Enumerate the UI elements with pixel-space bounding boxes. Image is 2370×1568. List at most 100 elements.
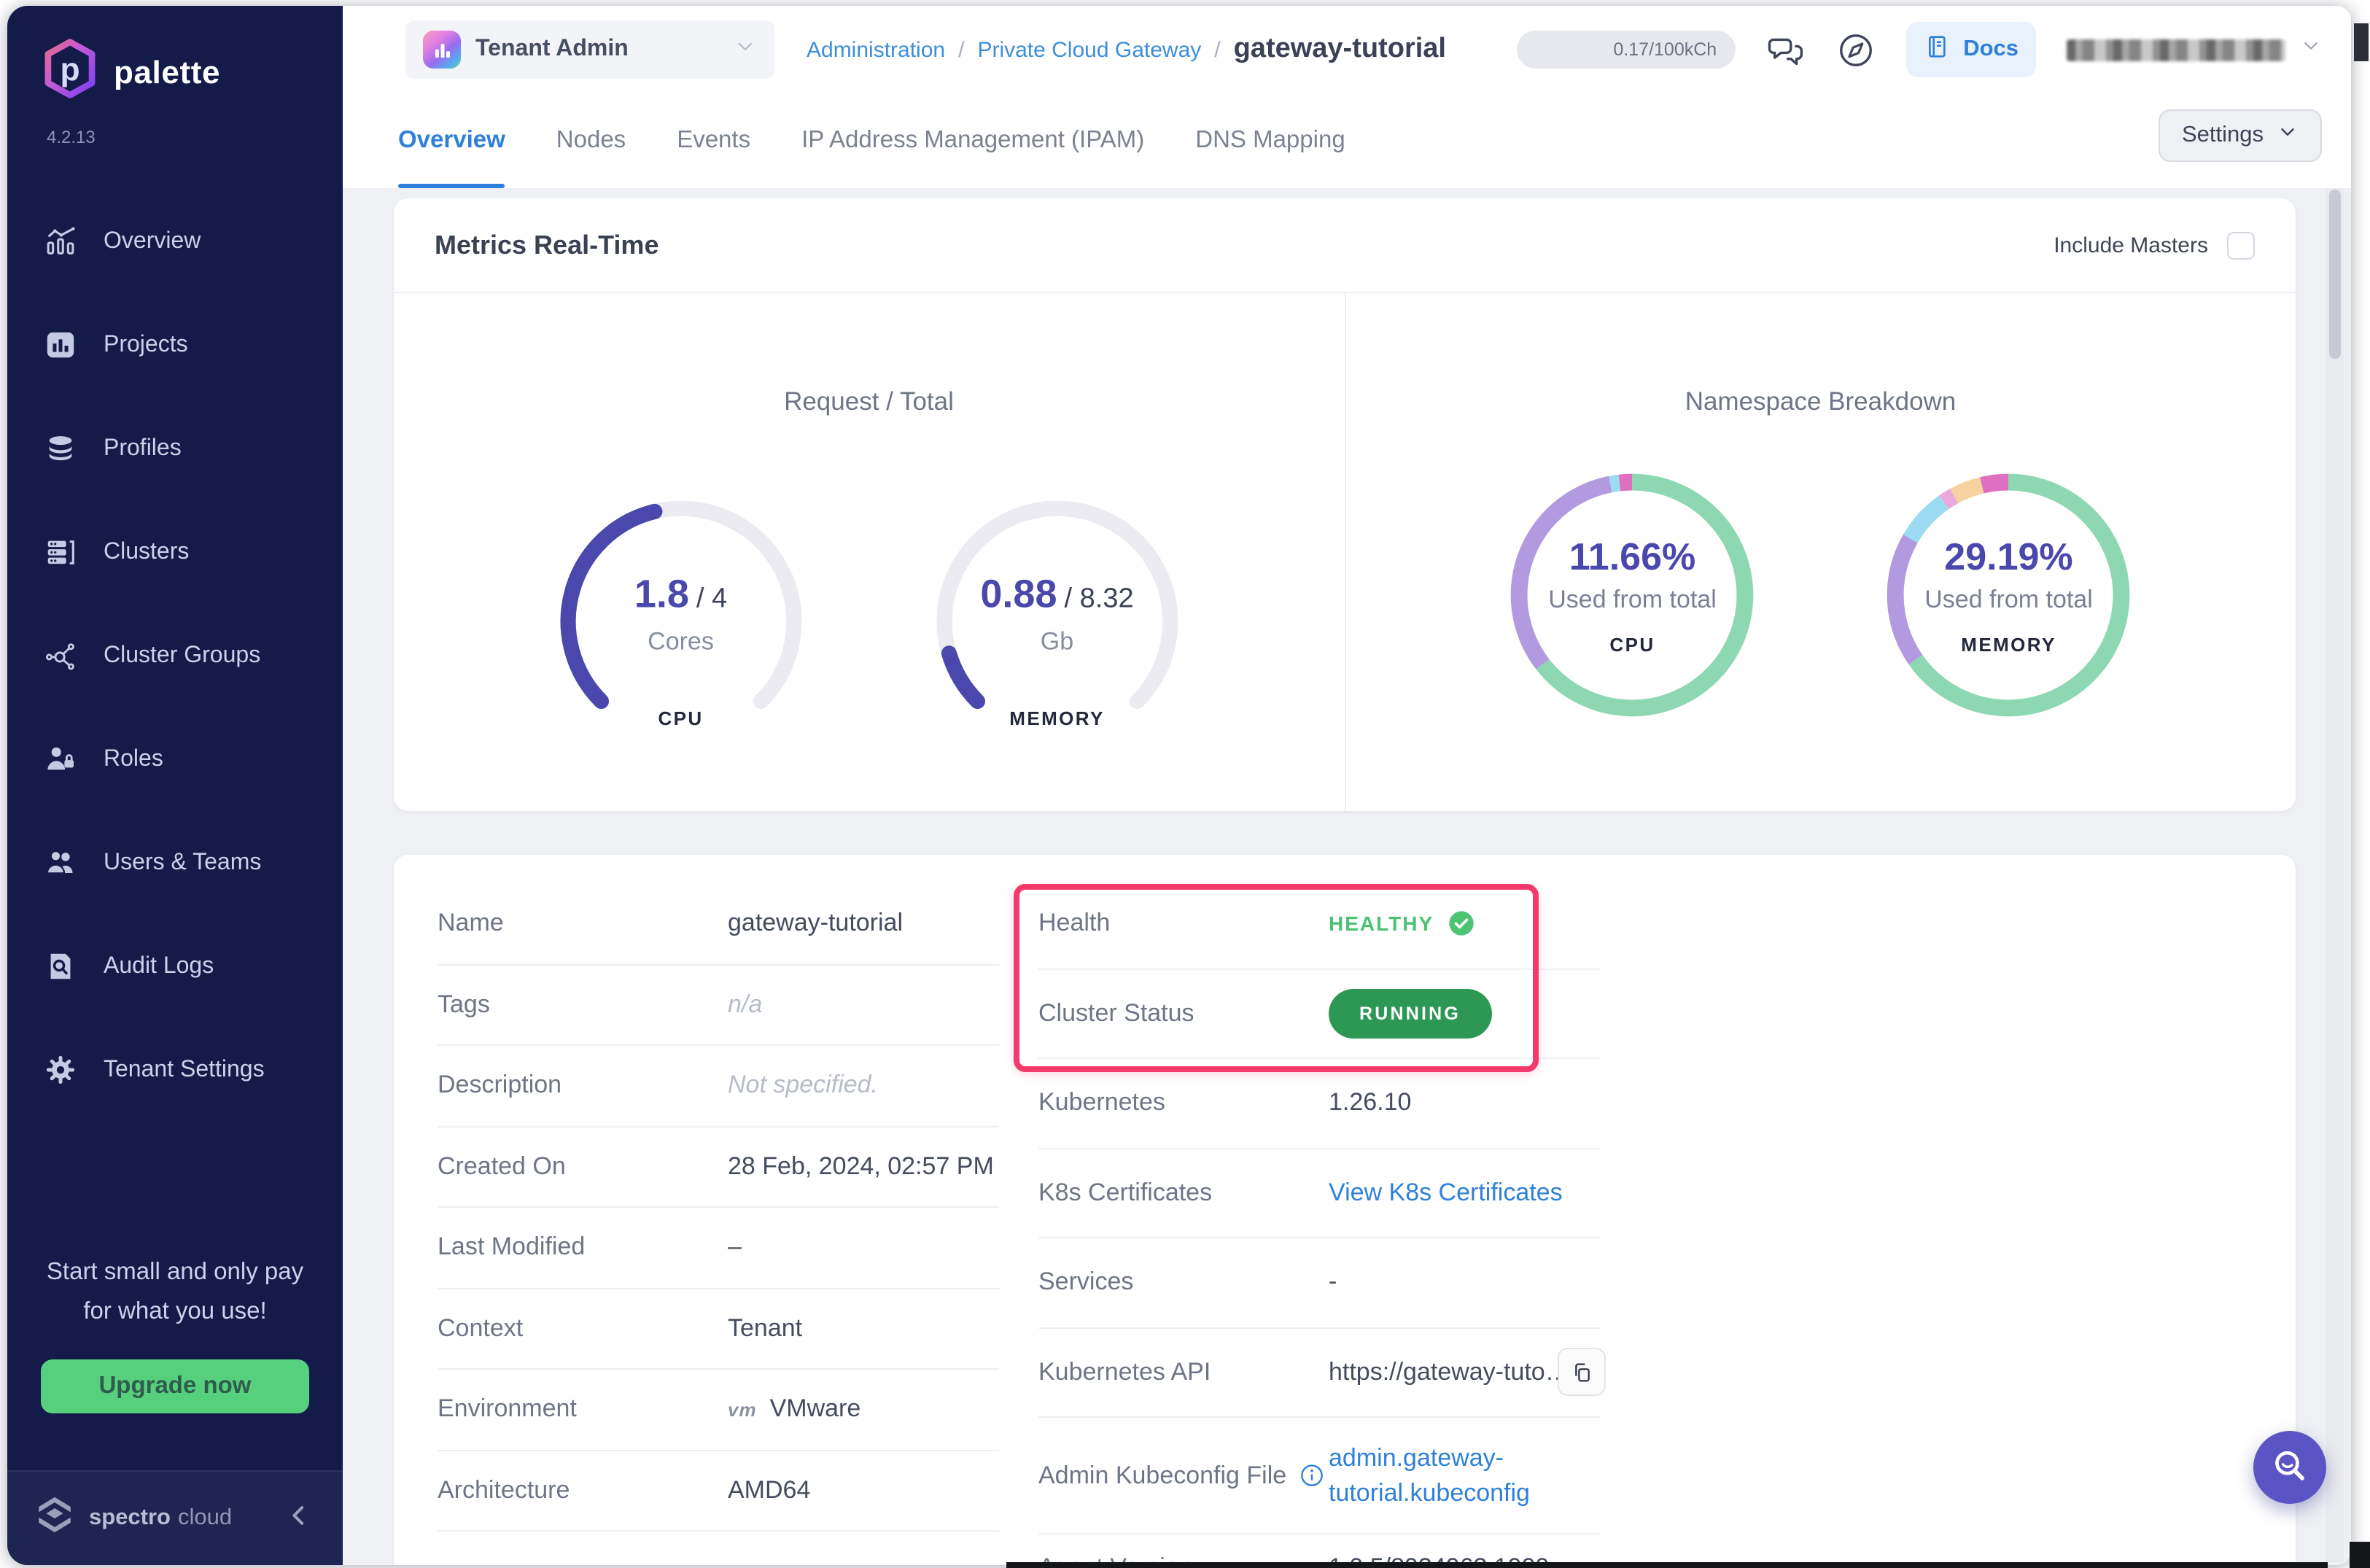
- tenant-scope-label: Tenant Admin: [475, 36, 629, 61]
- app-version: 4.2.13: [47, 127, 96, 147]
- tab-overview[interactable]: Overview: [398, 93, 506, 188]
- vertical-scrollbar: [2326, 188, 2344, 1562]
- info-circle-icon[interactable]: [1298, 1462, 1326, 1489]
- app-window: p palette 4.2.13 Overview Projects Profi…: [7, 6, 2351, 1565]
- cpu-gauge-chart: 1.8/ 4 Cores CPU: [553, 493, 809, 750]
- tab-nodes[interactable]: Nodes: [556, 93, 626, 188]
- user-account-menu[interactable]: [2067, 35, 2322, 64]
- tab-bar: Overview Nodes Events IP Address Managem…: [343, 93, 2351, 188]
- breadcrumb-separator: /: [958, 37, 965, 62]
- memory-donut-label: MEMORY: [1961, 634, 2056, 656]
- check-circle-icon: [1447, 909, 1476, 939]
- kubeconfig-download-link[interactable]: admin.gateway-tutorial.kubeconfig: [1329, 1440, 1594, 1510]
- profiles-icon: [44, 432, 77, 465]
- footer-brand-primary: spectro: [89, 1505, 171, 1530]
- sidebar-item-tenant-settings[interactable]: Tenant Settings: [7, 1018, 343, 1122]
- tenant-settings-icon: [44, 1053, 77, 1087]
- detail-row-services: Services -: [1038, 1238, 1600, 1328]
- chat-bubbles-icon[interactable]: [1766, 30, 1806, 69]
- detail-row-context: Context Tenant: [438, 1289, 999, 1370]
- usage-quota-badge: 0.17/100kCh: [1517, 31, 1736, 69]
- include-masters-label: Include Masters: [2054, 233, 2208, 257]
- tab-ipam[interactable]: IP Address Management (IPAM): [801, 93, 1144, 188]
- sidebar-item-cluster-groups[interactable]: Cluster Groups: [7, 604, 343, 707]
- search-magnifier-icon: [2269, 1447, 2310, 1488]
- overview-chart-icon: [44, 225, 77, 258]
- cluster-status-badge: RUNNING: [1329, 988, 1492, 1039]
- namespace-breakdown-title: Namespace Breakdown: [1685, 387, 1957, 416]
- breadcrumb-link-pcg[interactable]: Private Cloud Gateway: [977, 37, 1201, 62]
- sidebar-item-clusters[interactable]: Clusters: [7, 500, 343, 604]
- detail-row-environment: Environment vm VMware: [438, 1370, 999, 1451]
- tab-events[interactable]: Events: [677, 93, 750, 188]
- promo-text-line1: Start small and only pay: [46, 1259, 304, 1286]
- detail-row-architecture: Architecture AMD64: [438, 1451, 999, 1532]
- cpu-donut-label: CPU: [1609, 634, 1655, 656]
- promo-text-line2: for what you use!: [83, 1297, 267, 1324]
- memory-gauge-label: MEMORY: [1009, 707, 1105, 729]
- spectro-cloud-logo-icon: [34, 1494, 76, 1543]
- chevron-down-icon: [734, 34, 757, 65]
- cpu-donut-chart: 11.66% Used from total CPU: [1504, 467, 1761, 723]
- chevron-down-icon: [2300, 35, 2322, 64]
- sidebar-collapse-icon[interactable]: [284, 1500, 314, 1537]
- metrics-card-title: Metrics Real-Time: [435, 230, 659, 259]
- palette-logo-icon: p: [42, 38, 98, 106]
- sidebar-item-roles[interactable]: Roles: [7, 707, 343, 811]
- sidebar-nav: Overview Projects Profiles Clusters Clus…: [7, 190, 343, 1122]
- brand-name: palette: [114, 53, 221, 90]
- details-left-column: Name gateway-tutorial Tags n/a Descripti…: [438, 884, 999, 1532]
- request-total-section: Request / Total 1.8/ 4 Cores CPU 0.88 / …: [394, 293, 1345, 811]
- upgrade-promo: Start small and only pay for what you us…: [7, 1253, 343, 1413]
- detail-row-agent-version: Agent Version 1.0.5/8934963.1999: [1038, 1534, 1600, 1565]
- users-teams-icon: [44, 846, 77, 880]
- include-masters-checkbox[interactable]: [2227, 231, 2255, 259]
- window-corner-artifact-top: [2354, 23, 2369, 61]
- docs-button[interactable]: Docs: [1906, 22, 2036, 77]
- audit-logs-icon: [44, 950, 77, 983]
- cluster-details-card: Name gateway-tutorial Tags n/a Descripti…: [394, 855, 2296, 1565]
- tenant-scope-selector[interactable]: Tenant Admin: [405, 20, 774, 79]
- detail-row-admin-kubeconfig: Admin Kubeconfig File admin.gateway-tuto…: [1038, 1418, 1600, 1534]
- detail-row-description: Description Not specified.: [438, 1046, 999, 1127]
- sidebar-item-audit-logs[interactable]: Audit Logs: [7, 915, 343, 1018]
- breadcrumb-separator: /: [1214, 37, 1221, 62]
- memory-gauge-chart: 0.88/ 8.32 Gb MEMORY: [929, 493, 1186, 750]
- footer-brand-secondary: cloud: [178, 1505, 233, 1530]
- detail-row-cluster-status: Cluster Status RUNNING: [1038, 969, 1600, 1059]
- sidebar-footer: spectro cloud: [7, 1470, 343, 1565]
- scrollbar-thumb[interactable]: [2329, 190, 2341, 359]
- breadcrumb-current: gateway-tutorial: [1233, 34, 1446, 64]
- brand-block: p palette 4.2.13: [7, 6, 343, 147]
- chevron-down-icon: [2277, 121, 2299, 150]
- window-corner-artifact: [2350, 1542, 2370, 1568]
- upgrade-now-button[interactable]: Upgrade now: [41, 1359, 309, 1413]
- breadcrumb-link-administration[interactable]: Administration: [807, 37, 945, 62]
- tenant-admin-icon: [423, 31, 461, 69]
- book-icon: [1924, 31, 1953, 68]
- screenshot-stage: p palette 4.2.13 Overview Projects Profi…: [0, 0, 2370, 1568]
- copy-api-url-button[interactable]: [1558, 1348, 1606, 1397]
- detail-row-kubernetes: Kubernetes 1.26.10: [1038, 1059, 1600, 1149]
- page-content: Metrics Real-Time Include Masters Reques…: [343, 188, 2351, 1565]
- cluster-groups-icon: [44, 639, 77, 672]
- request-total-title: Request / Total: [784, 387, 954, 416]
- namespace-breakdown-section: Namespace Breakdown 11.66% Used from tot…: [1345, 293, 2296, 811]
- detail-row-tags: Tags n/a: [438, 965, 999, 1046]
- vmware-logo-icon: vm: [728, 1398, 757, 1421]
- sidebar-item-overview[interactable]: Overview: [7, 190, 343, 293]
- projects-icon: [44, 328, 77, 362]
- compass-icon[interactable]: [1836, 30, 1876, 69]
- sidebar-item-projects[interactable]: Projects: [7, 293, 343, 397]
- details-right-column: Health HEALTHY Cluster Status RUNNING Ku…: [1038, 880, 1606, 1565]
- settings-button[interactable]: Settings: [2158, 109, 2322, 162]
- sidebar-item-profiles[interactable]: Profiles: [7, 397, 343, 500]
- svg-text:p: p: [60, 52, 79, 88]
- tab-dns-mapping[interactable]: DNS Mapping: [1195, 93, 1345, 188]
- cpu-gauge-label: CPU: [658, 707, 704, 729]
- floating-search-button[interactable]: [2253, 1431, 2326, 1504]
- view-k8s-certificates-link[interactable]: View K8s Certificates: [1329, 1179, 1563, 1208]
- sidebar-item-users-teams[interactable]: Users & Teams: [7, 811, 343, 915]
- detail-row-health: Health HEALTHY: [1038, 880, 1600, 969]
- roles-icon: [44, 742, 77, 776]
